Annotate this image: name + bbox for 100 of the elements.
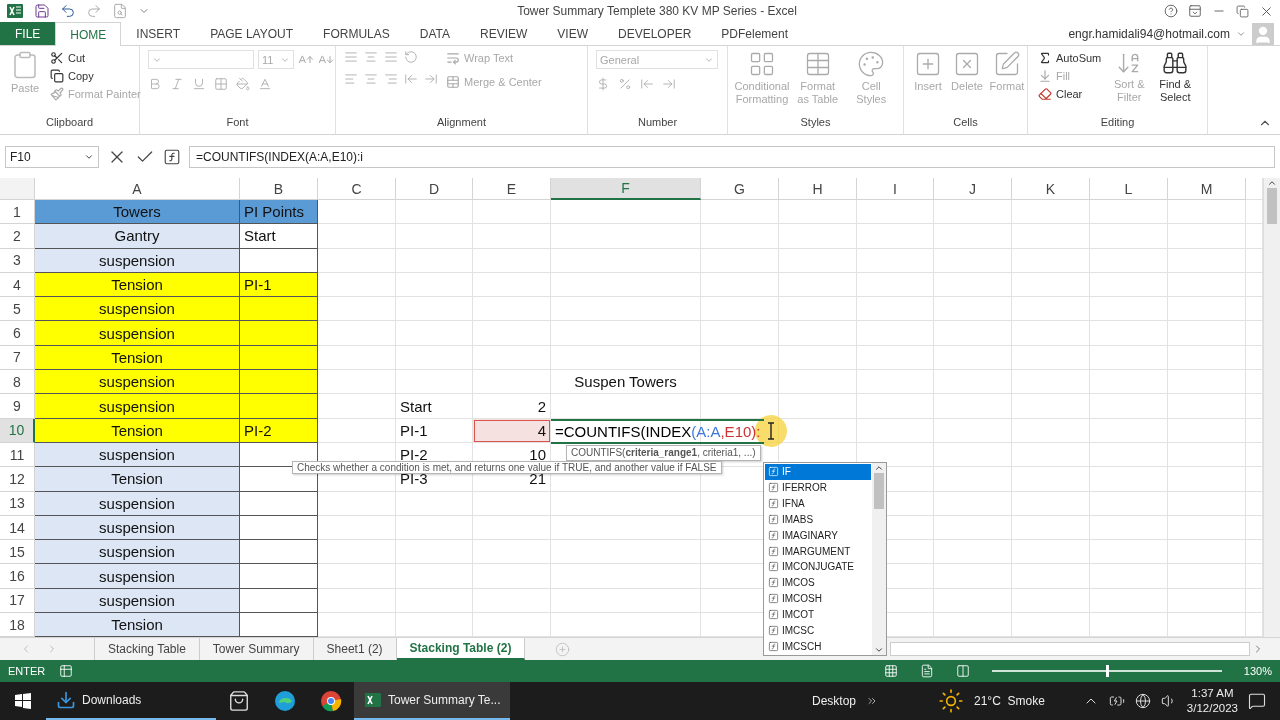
column-header[interactable]: K bbox=[1012, 178, 1090, 200]
autocomplete-item[interactable]: IMCOSH bbox=[765, 590, 871, 607]
weather-text[interactable]: 21°C Smoke bbox=[974, 694, 1045, 708]
row-header[interactable]: 11 bbox=[0, 442, 35, 468]
ribbon-tab[interactable]: PDFelement bbox=[706, 22, 804, 45]
row-header[interactable]: 2 bbox=[0, 224, 35, 249]
column-header[interactable]: I bbox=[857, 178, 934, 200]
print-preview-icon[interactable] bbox=[112, 3, 128, 19]
ribbon-tab[interactable]: VIEW bbox=[542, 22, 603, 45]
column-header[interactable]: C bbox=[318, 178, 396, 200]
ribbon-tab[interactable]: INSERT bbox=[121, 22, 196, 45]
font-color-icon[interactable] bbox=[258, 77, 272, 91]
decrease-indent-icon[interactable] bbox=[404, 72, 418, 86]
ribbon-tab[interactable]: FILE bbox=[0, 22, 56, 45]
account-name[interactable]: engr.hamidali94@hotmail.com bbox=[1068, 26, 1230, 41]
autocomplete-item[interactable]: IMCOT bbox=[765, 606, 871, 623]
chevrons-icon[interactable] bbox=[866, 695, 878, 707]
zoom-level[interactable]: 130% bbox=[1243, 665, 1272, 677]
desktop-toolbar[interactable]: Desktop bbox=[811, 694, 856, 708]
scroll-down-icon[interactable] bbox=[874, 645, 884, 655]
autocomplete-item[interactable]: IMCSCH bbox=[765, 638, 871, 654]
scrollbar-thumb[interactable] bbox=[1267, 188, 1277, 224]
restore-icon[interactable] bbox=[1236, 4, 1249, 18]
column-header[interactable]: B bbox=[240, 178, 318, 200]
ribbon-tab[interactable]: DEVELOPER bbox=[603, 22, 707, 45]
bold-icon[interactable] bbox=[148, 77, 162, 91]
autocomplete-item[interactable]: IF bbox=[765, 464, 871, 480]
align-left-icon[interactable] bbox=[344, 72, 358, 86]
undo-icon[interactable] bbox=[60, 3, 76, 19]
excel-taskbar-item[interactable]: Tower Summary Te... bbox=[354, 682, 511, 720]
notifications-icon[interactable] bbox=[1248, 692, 1266, 710]
column-header[interactable]: J bbox=[934, 178, 1012, 200]
align-middle-icon[interactable] bbox=[364, 50, 378, 64]
save-icon[interactable] bbox=[34, 3, 50, 19]
fill-color-icon[interactable] bbox=[236, 77, 250, 91]
clock-time[interactable]: 1:37 AM bbox=[1191, 686, 1234, 701]
row-header[interactable]: 1 bbox=[0, 200, 35, 225]
row-header[interactable]: 5 bbox=[0, 297, 35, 322]
ribbon-tab[interactable]: REVIEW bbox=[465, 22, 543, 45]
row-header[interactable]: 6 bbox=[0, 321, 35, 346]
macro-icon[interactable] bbox=[59, 664, 74, 678]
editing-button[interactable]: Clear bbox=[1036, 86, 1104, 102]
row-header[interactable]: 4 bbox=[0, 272, 35, 298]
ribbon-tab[interactable]: FORMULAS bbox=[308, 22, 405, 45]
row-header[interactable]: 15 bbox=[0, 540, 35, 565]
column-header[interactable]: D bbox=[396, 178, 473, 200]
orientation-icon[interactable] bbox=[404, 50, 418, 64]
clipboard-button[interactable]: Copy bbox=[48, 68, 143, 84]
autocomplete-item[interactable]: IMAGINARY bbox=[765, 527, 871, 544]
page-layout-icon[interactable] bbox=[919, 664, 934, 678]
align-top-icon[interactable] bbox=[344, 50, 358, 64]
ribbon-button[interactable]: Find & Select bbox=[1155, 50, 1196, 116]
windows-logo-icon[interactable] bbox=[14, 692, 32, 710]
autocomplete-item[interactable]: IMCOS bbox=[765, 574, 871, 591]
formula-field[interactable]: =COUNTIFS(INDEX(A:A,E10):i bbox=[189, 145, 1275, 168]
browser-icon[interactable] bbox=[274, 690, 296, 712]
name-box[interactable]: F10 bbox=[5, 145, 99, 168]
weather-icon[interactable] bbox=[938, 688, 964, 714]
column-header[interactable]: A bbox=[35, 178, 240, 200]
normal-view-icon[interactable] bbox=[883, 664, 898, 678]
font-name-field[interactable] bbox=[148, 50, 254, 69]
redo-icon[interactable] bbox=[86, 3, 102, 19]
store-icon[interactable] bbox=[228, 690, 250, 712]
row-header[interactable]: 9 bbox=[0, 394, 35, 419]
autocomplete-item[interactable]: IMARGUMENT bbox=[765, 543, 871, 559]
ribbon-tab[interactable]: DATA bbox=[404, 22, 465, 45]
autocomplete-item[interactable]: IMCONJUGATE bbox=[765, 558, 871, 575]
row-header[interactable]: 8 bbox=[0, 370, 35, 395]
increase-decimal-icon[interactable] bbox=[640, 77, 654, 91]
ribbon-tab[interactable]: HOME bbox=[55, 22, 122, 46]
scroll-up-icon[interactable] bbox=[874, 463, 884, 473]
currency-icon[interactable] bbox=[596, 77, 610, 91]
borders-icon[interactable] bbox=[214, 77, 228, 91]
editing-button[interactable]: AutoSum bbox=[1036, 50, 1104, 66]
column-header[interactable]: H bbox=[779, 178, 857, 200]
insert-function-icon[interactable] bbox=[163, 147, 181, 166]
align-right-icon[interactable] bbox=[384, 72, 398, 86]
row-header[interactable]: 12 bbox=[0, 467, 35, 492]
column-header[interactable]: L bbox=[1090, 178, 1168, 200]
autocomplete-item[interactable]: IMABS bbox=[765, 511, 871, 528]
row-header[interactable]: 7 bbox=[0, 345, 35, 371]
ribbon-tab[interactable]: PAGE LAYOUT bbox=[195, 22, 309, 45]
select-all-corner[interactable] bbox=[0, 178, 35, 200]
zoom-slider[interactable] bbox=[1105, 665, 1109, 677]
help-icon[interactable] bbox=[1164, 4, 1178, 18]
align-bottom-icon[interactable] bbox=[384, 50, 398, 64]
horizontal-scrollbar[interactable] bbox=[890, 642, 1250, 656]
ribbon-display-icon[interactable] bbox=[1188, 4, 1202, 18]
page-break-icon[interactable] bbox=[955, 664, 970, 678]
vertical-scrollbar[interactable] bbox=[1263, 178, 1280, 637]
underline-icon[interactable] bbox=[192, 77, 206, 91]
autocomplete-item[interactable]: IFNA bbox=[765, 495, 871, 512]
row-header[interactable]: 17 bbox=[0, 588, 35, 614]
italic-icon[interactable] bbox=[170, 77, 184, 91]
row-header[interactable]: 13 bbox=[0, 491, 35, 516]
column-header[interactable]: E bbox=[473, 178, 551, 200]
scrollbar-thumb[interactable] bbox=[874, 473, 884, 509]
autocomplete-item[interactable]: IMCSC bbox=[765, 622, 871, 639]
chrome-icon[interactable] bbox=[320, 690, 342, 712]
downloads-taskbar-item[interactable]: Downloads bbox=[46, 682, 216, 720]
